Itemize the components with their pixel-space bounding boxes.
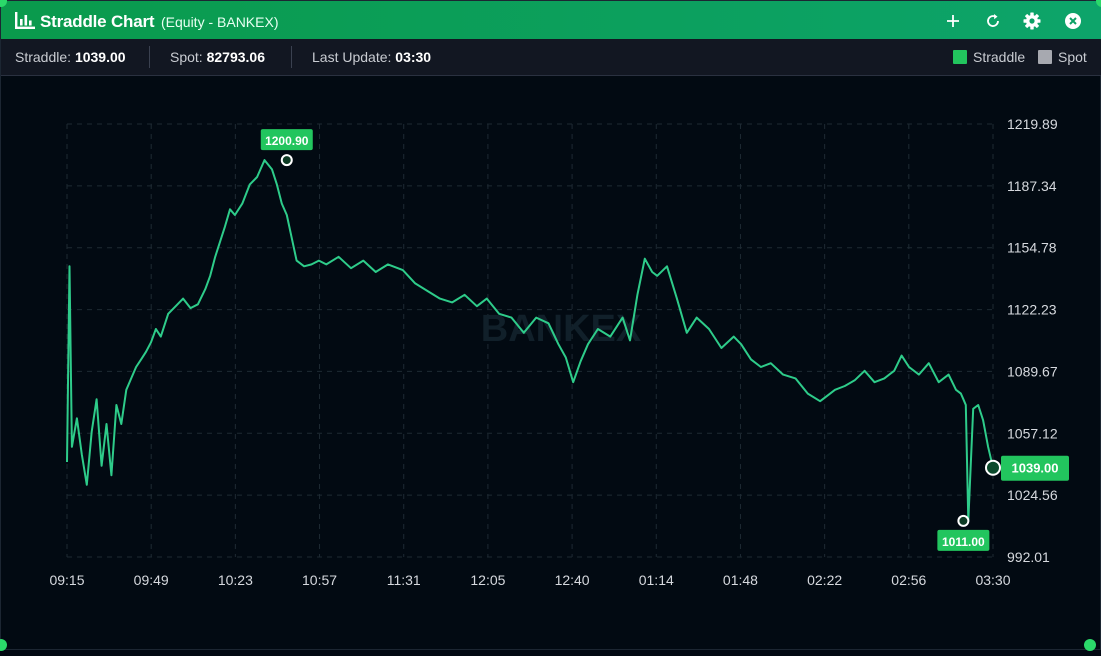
x-tick-label: 03:30: [975, 572, 1010, 588]
legend-spot-label: Spot: [1058, 49, 1087, 65]
spot-value: 82793.06: [206, 49, 265, 65]
y-tick-label: 1089.67: [1007, 363, 1058, 379]
straddle-value: 1039.00: [74, 49, 126, 65]
last-value-label: 1039.00: [1012, 461, 1059, 476]
x-tick-label: 12:05: [470, 572, 505, 588]
spot-swatch: [1038, 50, 1052, 64]
chart-area[interactable]: BANKEX 09:15 09:49 10:23 10:57 11:31 12:05 12:…: [1, 76, 1101, 651]
y-tick-label: 1154.78: [1007, 240, 1057, 256]
close-icon: [1065, 13, 1081, 29]
plus-icon: [947, 15, 959, 27]
y-axis: 1219.89 1187.34 1154.78 1122.23 1089.67 1057.…: [1007, 116, 1058, 565]
high-point-marker: [280, 154, 293, 167]
spot-readout: Spot: 82793.06: [170, 49, 265, 65]
low-value-label: 1011.00: [942, 535, 985, 549]
refresh-icon: [987, 14, 999, 27]
x-tick-label: 01:48: [723, 572, 758, 588]
gear-icon: [1023, 12, 1041, 30]
x-tick-label: 02:56: [891, 572, 926, 588]
add-button[interactable]: [941, 9, 965, 33]
divider: [291, 46, 292, 68]
window-subtitle: (Equity - BANKEX): [161, 14, 279, 30]
high-value-label: 1200.90: [265, 134, 309, 148]
x-tick-label: 09:15: [49, 572, 84, 588]
last-update-readout: Last Update: 03:30: [312, 49, 431, 65]
x-axis: 09:15 09:49 10:23 10:57 11:31 12:05 12:40 01:14…: [49, 572, 1010, 588]
annotations: 1200.90 1011.00 1039.00: [260, 129, 1069, 551]
last-update-label: Last Update:: [312, 49, 392, 65]
y-tick-label: 1057.12: [1007, 425, 1058, 441]
last-point-marker: [985, 459, 1001, 476]
low-point-marker: [957, 514, 970, 527]
y-tick-label: 1122.23: [1007, 302, 1057, 318]
refresh-button[interactable]: [981, 9, 1005, 33]
straddle-line-chart[interactable]: BANKEX 09:15 09:49 10:23 10:57 11:31 12:05 12:…: [1, 76, 1101, 651]
window-title: Straddle Chart: [40, 12, 155, 31]
legend-straddle-label: Straddle: [973, 49, 1026, 65]
title-bar[interactable]: Straddle Chart (Equity - BANKEX): [1, 1, 1101, 39]
resize-handle[interactable]: [1084, 639, 1096, 651]
x-tick-label: 11:31: [387, 572, 421, 588]
x-tick-label: 12:40: [555, 572, 590, 588]
y-tick-label: 1219.89: [1007, 116, 1058, 132]
bar-chart-icon: [15, 12, 35, 29]
info-bar: Straddle: 1039.00 Spot: 82793.06 Last Up…: [1, 39, 1101, 76]
x-tick-label: 10:23: [218, 572, 253, 588]
y-tick-label: 1024.56: [1007, 487, 1058, 503]
straddle-chart-window: Straddle Chart (Equity - BANKEX) Straddl…: [0, 0, 1101, 651]
watermark: BANKEX: [481, 308, 642, 350]
x-tick-label: 09:49: [134, 572, 169, 588]
last-update-value: 03:30: [395, 49, 432, 65]
straddle-swatch: [953, 50, 967, 64]
y-tick-label: 1187.34: [1007, 178, 1057, 194]
straddle-readout: Straddle: 1039.00: [15, 49, 126, 65]
settings-button[interactable]: [1020, 9, 1044, 33]
x-tick-label: 02:22: [807, 572, 842, 588]
close-button[interactable]: [1061, 9, 1085, 33]
divider: [149, 46, 150, 68]
legend-spot[interactable]: Spot: [1038, 49, 1087, 65]
spot-label: Spot:: [170, 49, 203, 65]
legend-straddle[interactable]: Straddle: [953, 49, 1025, 65]
x-tick-label: 01:14: [639, 572, 674, 588]
x-tick-label: 10:57: [302, 572, 337, 588]
straddle-label: Straddle:: [15, 49, 72, 65]
y-tick-label: 992.01: [1007, 549, 1050, 565]
